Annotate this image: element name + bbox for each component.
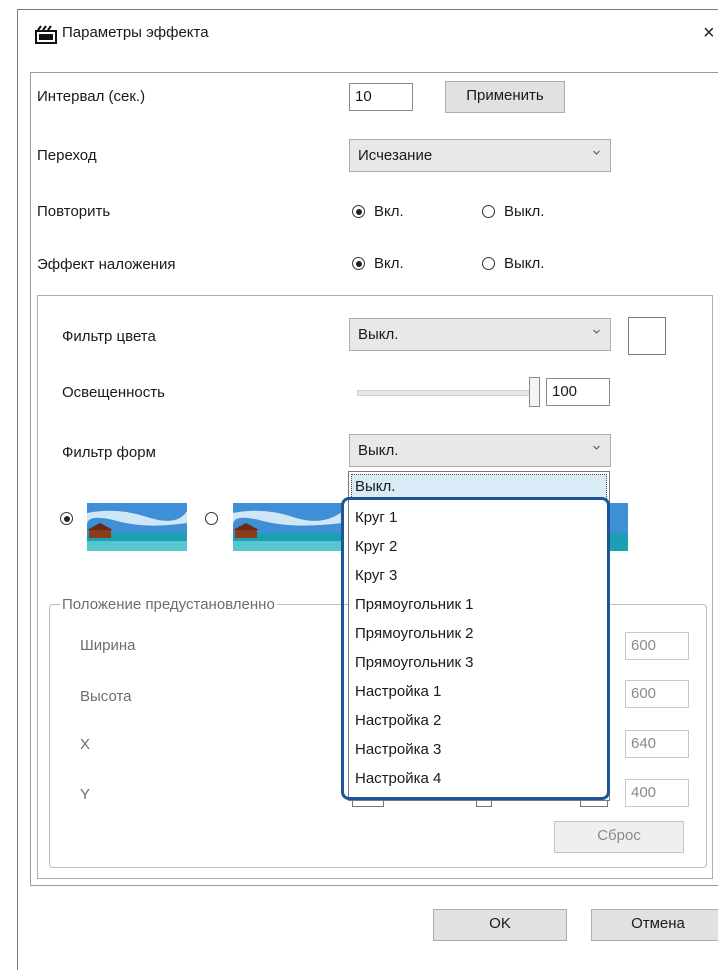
preset-width-label: Ширина: [80, 637, 136, 654]
repeat-off-radio[interactable]: [482, 205, 495, 218]
overlay-off-radio[interactable]: [482, 257, 495, 270]
preset-position-title: Положение предустановленно: [60, 596, 277, 613]
preset-width-input[interactable]: 600: [625, 632, 689, 660]
color-filter-label: Фильтр цвета: [62, 328, 156, 345]
color-filter-select[interactable]: Выкл.: [349, 318, 611, 351]
overlay-on-radio[interactable]: [352, 257, 365, 270]
shape-filter-value: Выкл.: [358, 442, 399, 459]
preset-x-label: X: [80, 736, 91, 753]
window-title: Параметры эффекта: [62, 24, 209, 41]
repeat-on-radio[interactable]: [352, 205, 365, 218]
preset-x-input[interactable]: 640: [625, 730, 689, 758]
beach-preview-image-1[interactable]: [87, 503, 187, 551]
repeat-on-label: Вкл.: [374, 203, 404, 220]
preview-2-radio[interactable]: [205, 512, 218, 525]
brightness-label: Освещенность: [62, 384, 165, 401]
overlay-off-label: Выкл.: [504, 255, 545, 272]
overlay-on-label: Вкл.: [374, 255, 404, 272]
ok-button[interactable]: OK: [433, 909, 567, 941]
repeat-off-label: Выкл.: [504, 203, 545, 220]
preset-y-label: Y: [80, 786, 91, 803]
brightness-slider-track[interactable]: [357, 390, 537, 396]
apply-button[interactable]: Применить: [445, 81, 565, 113]
color-swatch-button[interactable]: [628, 317, 666, 355]
transition-select[interactable]: Исчезание: [349, 139, 611, 172]
preset-height-input[interactable]: 600: [625, 680, 689, 708]
preview-1-radio[interactable]: [60, 512, 73, 525]
reset-button[interactable]: Сброс: [554, 821, 684, 853]
callout-highlight: [341, 497, 610, 800]
color-filter-value: Выкл.: [358, 326, 399, 343]
beach-preview-image-3[interactable]: [610, 503, 628, 551]
close-icon[interactable]: ×: [703, 22, 715, 45]
dropdown-item-selected[interactable]: Выкл.: [351, 474, 607, 499]
chevron-down-icon: [593, 445, 600, 450]
cancel-button[interactable]: Отмена: [591, 909, 718, 941]
shape-filter-label: Фильтр форм: [62, 444, 156, 461]
brightness-input[interactable]: 100: [546, 378, 610, 406]
effect-app-icon: [35, 25, 57, 44]
transition-value: Исчезание: [358, 147, 433, 164]
overlay-label: Эффект наложения: [37, 256, 176, 273]
transition-label: Переход: [37, 147, 97, 164]
interval-label: Интервал (сек.): [37, 88, 146, 105]
preset-y-input[interactable]: 400: [625, 779, 689, 807]
preset-height-label: Высота: [80, 688, 132, 705]
repeat-label: Повторить: [37, 203, 111, 220]
chevron-down-icon: [593, 150, 600, 155]
beach-preview-image-2[interactable]: [233, 503, 343, 551]
chevron-down-icon: [593, 329, 600, 334]
interval-input[interactable]: 10: [349, 83, 413, 111]
brightness-slider-thumb[interactable]: [529, 377, 540, 407]
shape-filter-select[interactable]: Выкл.: [349, 434, 611, 467]
